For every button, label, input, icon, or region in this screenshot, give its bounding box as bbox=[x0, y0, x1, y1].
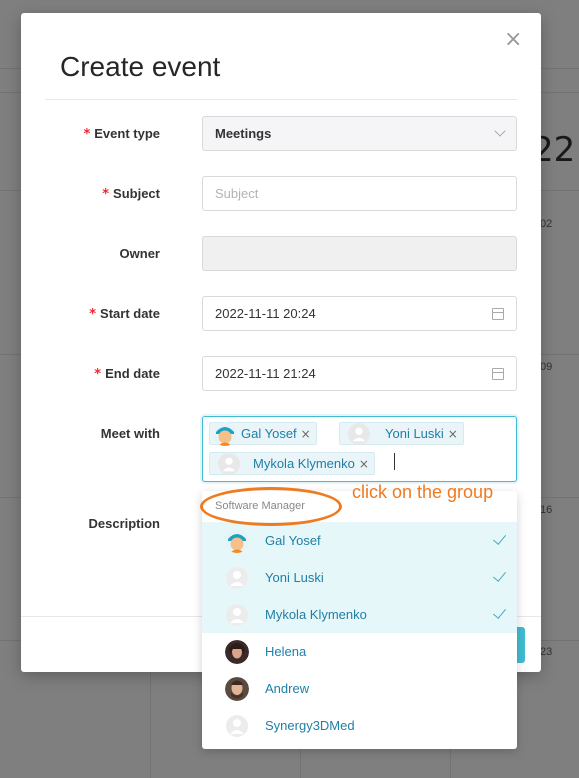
dropdown-option[interactable]: Helena bbox=[202, 633, 517, 670]
owner-label: Owner bbox=[119, 246, 160, 261]
dropdown-option[interactable]: Yoni Luski bbox=[202, 559, 517, 596]
dropdown-option[interactable]: Synergy3DMed bbox=[202, 707, 517, 744]
text-cursor bbox=[394, 453, 395, 470]
event-type-value: Meetings bbox=[215, 126, 272, 141]
cartoon-avatar-icon bbox=[213, 421, 237, 446]
default-avatar-icon bbox=[218, 452, 240, 475]
calendar-icon bbox=[492, 308, 504, 320]
required-marker: * bbox=[102, 187, 110, 202]
event-type-label: * Event type bbox=[83, 126, 160, 142]
checkmark-icon bbox=[492, 531, 507, 545]
subject-placeholder: Subject bbox=[215, 186, 259, 201]
chevron-down-icon bbox=[494, 125, 506, 137]
meet-with-dropdown: Software Manager Gal Yosef Yoni Luski My… bbox=[202, 491, 517, 749]
tag-label: Yoni Luski bbox=[385, 426, 444, 441]
tag-label: Gal Yosef bbox=[241, 426, 297, 441]
owner-field bbox=[202, 236, 517, 271]
selected-tag: Yoni Luski × bbox=[339, 422, 464, 445]
dropdown-option[interactable]: Gal Yosef bbox=[202, 522, 517, 559]
meet-with-multiselect[interactable]: Gal Yosef × Yoni Luski × Mykola Klymenko… bbox=[202, 416, 517, 482]
option-label: Yoni Luski bbox=[265, 570, 324, 585]
modal-title: Create event bbox=[60, 51, 221, 82]
subject-label: * Subject bbox=[102, 186, 160, 202]
default-avatar-icon bbox=[226, 714, 248, 737]
annotation-text: click on the group bbox=[352, 482, 494, 502]
calendar-icon bbox=[492, 368, 504, 380]
required-marker: * bbox=[94, 367, 102, 382]
close-icon[interactable]: × bbox=[504, 29, 522, 51]
annotation-ellipse bbox=[200, 487, 342, 526]
submit-button-edge[interactable] bbox=[517, 627, 525, 663]
subject-input[interactable]: Subject bbox=[202, 176, 517, 211]
option-label: Gal Yosef bbox=[265, 533, 321, 548]
option-label: Synergy3DMed bbox=[265, 718, 355, 733]
selected-tag: Gal Yosef × bbox=[209, 421, 317, 446]
required-marker: * bbox=[83, 127, 91, 142]
option-label: Helena bbox=[265, 644, 307, 659]
meet-with-label: Meet with bbox=[100, 426, 160, 441]
end-date-picker[interactable]: 2022-11-11 21:24 bbox=[202, 356, 517, 391]
option-label: Mykola Klymenko bbox=[265, 607, 367, 622]
start-date-value: 2022-11-11 20:24 bbox=[215, 306, 316, 321]
dropdown-option[interactable]: Mykola Klymenko bbox=[202, 596, 517, 633]
required-marker: * bbox=[89, 307, 97, 322]
photo-avatar-icon bbox=[225, 639, 249, 664]
cartoon-avatar-icon bbox=[225, 528, 249, 553]
start-date-picker[interactable]: 2022-11-11 20:24 bbox=[202, 296, 517, 331]
default-avatar-icon bbox=[226, 566, 248, 589]
selected-tag: Mykola Klymenko × bbox=[209, 452, 375, 475]
end-date-value: 2022-11-11 21:24 bbox=[215, 366, 316, 381]
description-label: Description bbox=[88, 516, 160, 531]
dropdown-option[interactable]: Andrew bbox=[202, 670, 517, 707]
checkmark-icon bbox=[492, 605, 507, 619]
photo-avatar-icon bbox=[225, 676, 249, 701]
divider bbox=[45, 99, 517, 100]
remove-tag-icon[interactable]: × bbox=[448, 427, 458, 441]
default-avatar-icon bbox=[226, 603, 248, 626]
end-date-label: * End date bbox=[94, 366, 160, 382]
tag-label: Mykola Klymenko bbox=[253, 456, 355, 471]
event-type-select[interactable]: Meetings bbox=[202, 116, 517, 151]
checkmark-icon bbox=[492, 568, 507, 582]
option-label: Andrew bbox=[265, 681, 310, 696]
start-date-label: * Start date bbox=[89, 306, 160, 322]
default-avatar-icon bbox=[348, 422, 370, 445]
remove-tag-icon[interactable]: × bbox=[301, 427, 311, 441]
remove-tag-icon[interactable]: × bbox=[359, 457, 369, 471]
